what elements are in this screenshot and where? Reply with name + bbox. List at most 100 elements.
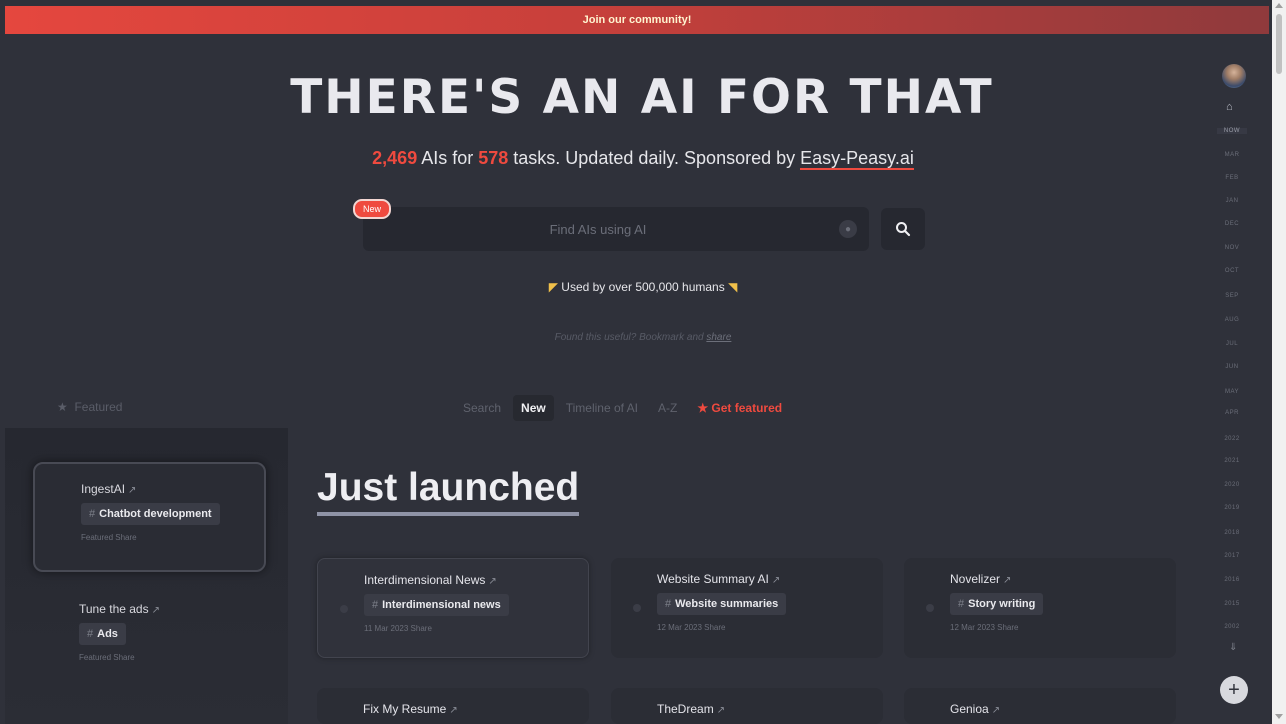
tag-icon: # <box>87 628 94 640</box>
tool-tag[interactable]: # Story writing <box>950 593 1044 615</box>
timeline-item[interactable]: 2019 <box>1217 505 1247 511</box>
timeline-item[interactable]: MAR <box>1217 152 1247 158</box>
community-banner[interactable]: Join our community! <box>5 6 1269 34</box>
new-badge: New <box>353 199 392 219</box>
search-input[interactable] <box>363 207 833 251</box>
timeline-item[interactable]: NOW <box>1217 128 1247 134</box>
timeline-item[interactable]: DEC <box>1217 221 1247 227</box>
tab-a-z[interactable]: A-Z <box>650 395 685 421</box>
timeline-item[interactable]: 2017 <box>1217 553 1247 559</box>
tool-card[interactable]: Fix My Resume ↗ <box>317 688 589 724</box>
task-count: 578 <box>478 148 509 168</box>
tool-card[interactable]: Website Summary AI ↗ # Website summaries 1… <box>611 558 883 658</box>
arrow-down-icon[interactable]: ⇓ <box>1229 642 1237 653</box>
featured-tag[interactable]: # Ads <box>79 623 126 645</box>
tool-card[interactable]: Genioa ↗ <box>904 688 1176 724</box>
tool-name[interactable]: Genioa <box>950 702 989 716</box>
tab-get-featured[interactable]: ★ Get featured <box>689 395 790 421</box>
found-useful-text: Found this useful? Bookmark and share <box>554 332 732 343</box>
tag-icon: # <box>89 508 96 520</box>
sponsor-link[interactable]: Easy-Peasy.ai <box>800 148 914 170</box>
timeline-item[interactable]: 2021 <box>1217 458 1247 464</box>
tool-meta: 11 Mar 2023 Share <box>364 624 432 633</box>
tag-icon: # <box>372 599 379 611</box>
timeline-item[interactable]: FEB <box>1217 175 1247 181</box>
scrollbar[interactable] <box>1272 0 1286 724</box>
site-title: THERE'S AN AI FOR THAT <box>290 70 994 125</box>
voice-icon[interactable]: ● <box>839 220 857 238</box>
featured-name[interactable]: Tune the ads <box>79 602 149 616</box>
timeline-item[interactable]: APR <box>1217 410 1247 416</box>
ai-count: 2,469 <box>372 148 418 168</box>
timeline-item[interactable]: MAY <box>1217 389 1247 395</box>
card-dot <box>340 605 348 613</box>
used-by-text: ◤ Used by over 500,000 humans ◥ <box>548 280 738 294</box>
search-button[interactable] <box>881 208 925 250</box>
timeline-item[interactable]: 2016 <box>1217 577 1247 583</box>
subtitle: 2,469 AIs for 578 tasks. Updated daily. … <box>5 148 1281 170</box>
tool-meta: 12 Mar 2023 Share <box>657 623 726 632</box>
timeline-item[interactable]: 2020 <box>1217 482 1247 488</box>
tool-tag[interactable]: # Interdimensional news <box>364 594 509 616</box>
just-launched-heading: Just launched <box>317 466 580 516</box>
share-link[interactable]: share <box>706 332 731 343</box>
tool-tag[interactable]: # Website summaries <box>657 593 787 615</box>
featured-meta: Featured Share <box>79 653 135 662</box>
external-link-icon[interactable]: ↗ <box>1003 575 1011 586</box>
timeline-item[interactable]: 2002 <box>1217 624 1247 630</box>
scroll-up-icon[interactable] <box>1275 3 1283 8</box>
timeline-item[interactable]: 2015 <box>1217 601 1247 607</box>
tool-name[interactable]: TheDream <box>657 702 714 716</box>
timeline-item[interactable]: JAN <box>1217 198 1247 204</box>
external-link-icon[interactable]: ↗ <box>992 705 1000 716</box>
card-dot <box>633 604 641 612</box>
tool-name[interactable]: Fix My Resume <box>363 702 446 716</box>
home-icon[interactable]: ⌂ <box>1226 101 1233 113</box>
tool-card[interactable]: Novelizer ↗ # Story writing 12 Mar 2023 Sh… <box>904 558 1176 658</box>
timeline-item[interactable]: NOV <box>1217 245 1247 251</box>
external-link-icon[interactable]: ↗ <box>152 605 160 616</box>
hand-left-icon: ◤ <box>548 280 558 294</box>
search-bar: ● <box>363 207 869 251</box>
search-icon <box>896 222 911 237</box>
external-link-icon[interactable]: ↗ <box>128 485 136 496</box>
timeline-item[interactable]: AUG <box>1217 317 1247 323</box>
tab-timeline[interactable]: Timeline of AI <box>558 395 646 421</box>
featured-meta: Featured Share <box>81 533 137 542</box>
tool-card[interactable]: TheDream ↗ <box>611 688 883 724</box>
tab-bar: Search New Timeline of AI A-Z ★ Get feat… <box>455 395 790 421</box>
tool-name[interactable]: Novelizer <box>950 572 1000 586</box>
timeline-item[interactable]: OCT <box>1217 268 1247 274</box>
featured-card[interactable]: IngestAI ↗ # Chatbot development Featured … <box>33 462 266 572</box>
tool-meta: 12 Mar 2023 Share <box>950 623 1019 632</box>
featured-name[interactable]: IngestAI <box>81 482 125 496</box>
tool-name[interactable]: Website Summary AI <box>657 572 769 586</box>
tag-icon: # <box>958 598 965 610</box>
timeline-item[interactable]: JUN <box>1217 364 1247 370</box>
featured-card[interactable]: Tune the ads ↗ # Ads Featured Share <box>33 584 266 694</box>
subtitle-text-1: AIs for <box>417 148 479 168</box>
scroll-down-icon[interactable] <box>1275 714 1283 719</box>
hand-right-icon: ◥ <box>728 280 738 294</box>
featured-heading: ★ Featured <box>57 400 123 414</box>
scroll-thumb[interactable] <box>1276 14 1282 74</box>
subtitle-text-2: tasks. Updated daily. Sponsored by <box>508 148 801 168</box>
tool-card[interactable]: Interdimensional News ↗ # Interdimensional… <box>317 558 589 658</box>
user-avatar[interactable] <box>1222 64 1246 88</box>
timeline-item[interactable]: 2018 <box>1217 530 1247 536</box>
external-link-icon[interactable]: ↗ <box>488 576 496 587</box>
external-link-icon[interactable]: ↗ <box>449 705 457 716</box>
featured-tag[interactable]: # Chatbot development <box>81 503 220 525</box>
timeline-item[interactable]: SEP <box>1217 293 1247 299</box>
tab-new[interactable]: New <box>513 395 554 421</box>
tag-icon: # <box>665 598 672 610</box>
external-link-icon[interactable]: ↗ <box>772 575 780 586</box>
timeline-item[interactable]: JUL <box>1217 341 1247 347</box>
star-icon: ★ <box>57 400 68 414</box>
tool-name[interactable]: Interdimensional News <box>364 573 485 587</box>
timeline-item[interactable]: 2022 <box>1217 436 1247 442</box>
join-community-link[interactable]: Join our community! <box>583 14 692 26</box>
tab-search[interactable]: Search <box>455 395 509 421</box>
external-link-icon[interactable]: ↗ <box>717 705 725 716</box>
add-button[interactable]: + <box>1220 676 1248 704</box>
